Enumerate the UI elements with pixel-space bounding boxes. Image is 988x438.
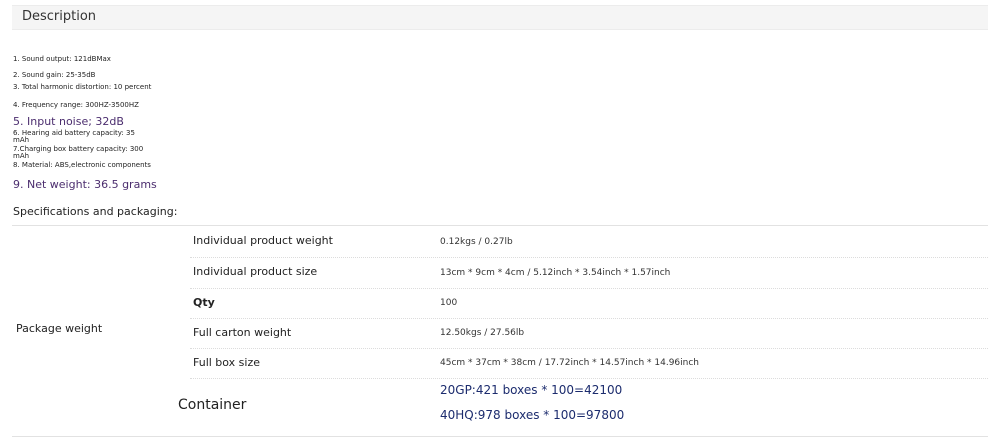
spec-item: 3. Total harmonic distortion: 10 percent — [13, 83, 152, 91]
description-title: Description — [22, 9, 97, 24]
row-divider — [190, 318, 988, 319]
spec-item: 1. Sound output: 121dBMax — [13, 55, 111, 63]
spec-item: 9. Net weight: 36.5 grams — [13, 178, 157, 191]
row-label-carton-weight: Full carton weight — [193, 326, 292, 339]
row-value-product-size: 13cm * 9cm * 4cm / 5.12inch * 3.54inch *… — [440, 268, 671, 278]
row-label-qty: Qty — [193, 296, 215, 309]
row-value-qty: 100 — [440, 298, 458, 308]
row-label-box-size: Full box size — [193, 356, 261, 369]
row-value-product-weight: 0.12kgs / 0.27lb — [440, 237, 513, 247]
row-value-box-size: 45cm * 37cm * 38cm / 17.72inch * 14.57in… — [440, 358, 700, 368]
spec-item: 4. Frequency range: 300HZ-3500HZ — [13, 101, 139, 109]
container-value-40hq: 40HQ:978 boxes * 100=97800 — [440, 408, 625, 422]
spec-item: 2. Sound gain: 25-35dB — [13, 71, 96, 79]
package-weight-label: Package weight — [16, 322, 103, 335]
spec-item: 7.Charging box battery capacity: 300 mAh — [13, 145, 144, 160]
row-divider — [190, 348, 988, 349]
spec-item: 8. Material: ABS,electronic components — [13, 161, 151, 169]
description-tab-header[interactable]: Description — [12, 5, 988, 30]
row-label-product-weight: Individual product weight — [193, 234, 333, 247]
container-label: Container — [178, 397, 247, 413]
row-divider — [190, 257, 988, 258]
table-top-divider — [12, 225, 988, 226]
row-divider — [190, 378, 988, 379]
spec-item: 6. Hearing aid battery capacity: 35 mAh — [13, 129, 135, 144]
packaging-section-title: Specifications and packaging: — [13, 205, 178, 218]
row-divider — [190, 288, 988, 289]
table-bottom-divider — [12, 436, 988, 437]
row-label-product-size: Individual product size — [193, 265, 318, 278]
row-value-carton-weight: 12.50kgs / 27.56lb — [440, 328, 525, 338]
spec-item: 5. Input noise; 32dB — [13, 115, 124, 128]
container-value-20gp: 20GP:421 boxes * 100=42100 — [440, 383, 623, 397]
